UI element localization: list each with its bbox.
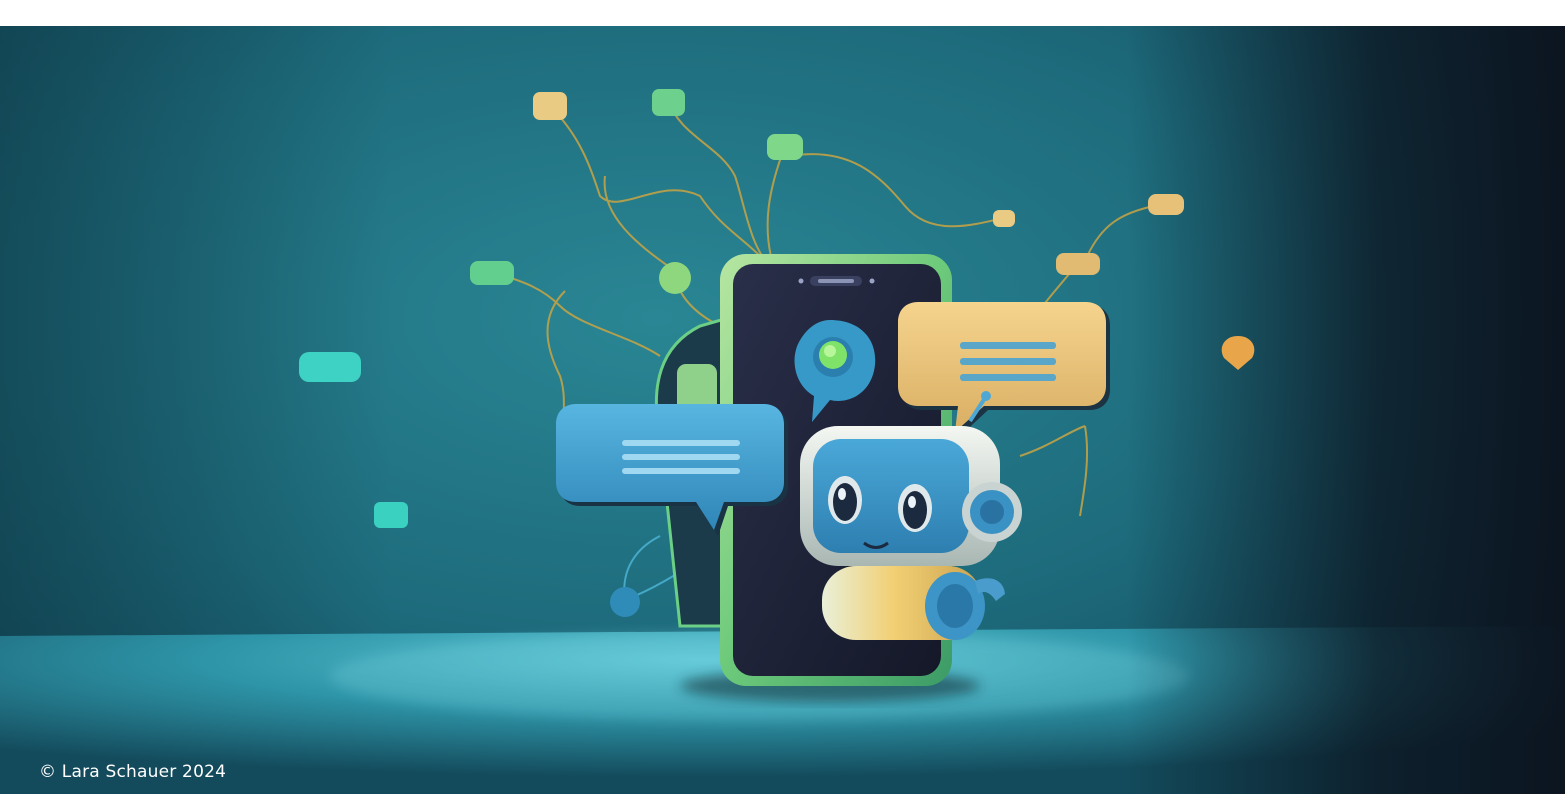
node-yellow-1 — [533, 92, 567, 120]
node-green-1 — [652, 89, 685, 116]
node-yellow-2 — [993, 210, 1015, 227]
phone-camera-dot — [798, 278, 804, 284]
node-yellow-3 — [1148, 194, 1184, 215]
chatbot-illustration — [0, 26, 1565, 794]
node-cyan-1 — [299, 352, 361, 382]
node-green-4 — [659, 262, 691, 294]
node-green-2 — [767, 134, 803, 160]
node-blue-1 — [610, 587, 640, 617]
node-green-3 — [470, 261, 514, 285]
copyright-credit: © Lara Schauer 2024 — [39, 762, 227, 782]
node-yellow-4 — [1056, 253, 1100, 275]
phone-sensor-dot — [869, 278, 875, 284]
node-cyan-2 — [374, 502, 408, 528]
page: © Lara Schauer 2024 — [0, 0, 1565, 794]
phone-speaker-grill — [818, 279, 854, 283]
illustration-svg — [0, 26, 1565, 794]
